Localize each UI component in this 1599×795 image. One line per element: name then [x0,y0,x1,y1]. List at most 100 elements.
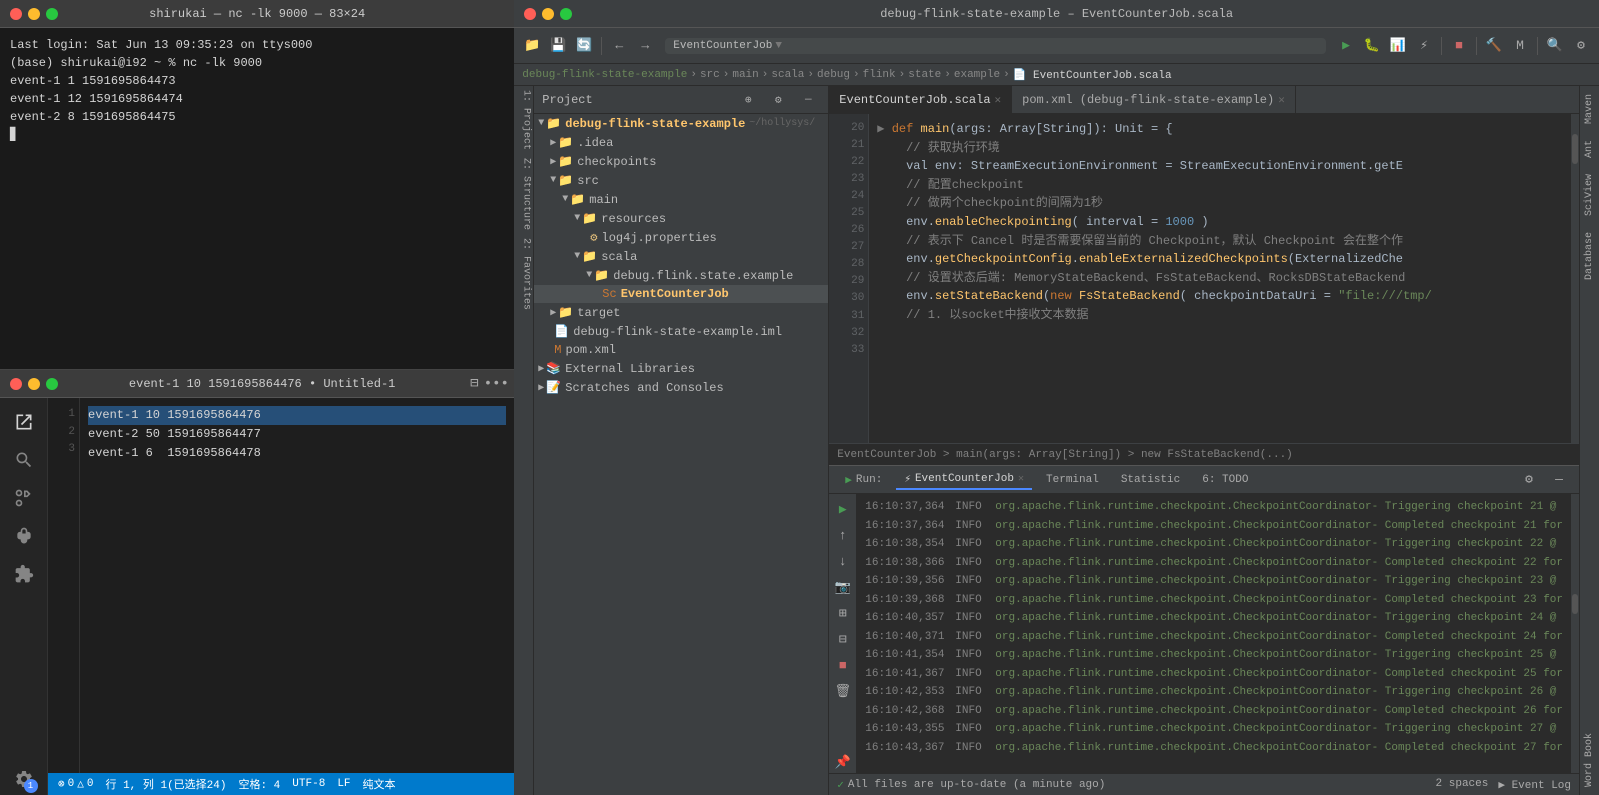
run-tab-statistic[interactable]: Statistic [1113,472,1188,488]
debug-btn[interactable]: 🐛 [1360,34,1384,58]
tree-item-pom[interactable]: M pom.xml [534,341,828,359]
profile-btn[interactable]: ⚡ [1412,34,1436,58]
tab-close-eventcounterjob[interactable]: ✕ [995,93,1002,107]
ij-code-text[interactable]: ▶ def main(args: Array[String]): Unit = … [869,114,1571,443]
split-editor-btn[interactable]: ⊟ [466,376,482,392]
wordbook-label[interactable]: Word Book [1580,725,1599,795]
editor-minimize-btn[interactable] [28,378,40,390]
search-everywhere-btn[interactable]: 🔍 [1543,34,1567,58]
cursor-position[interactable]: 行 1, 列 1(已选择24) [105,776,226,792]
terminal-maximize-btn[interactable] [46,8,58,20]
run-filter2-btn[interactable]: ⊟ [832,628,854,650]
terminal-body[interactable]: Last login: Sat Jun 13 09:35:23 on ttys0… [0,28,514,369]
run-camera-btn[interactable]: 📷 [832,576,854,598]
run-log-scrollbar-thumb[interactable] [1572,594,1578,614]
tree-item-extlibs[interactable]: ▶ 📚 External Libraries [534,359,828,378]
run-stop-btn[interactable]: ■ [832,654,854,676]
run-btn[interactable]: ▶ [1334,34,1358,58]
maven-label[interactable]: Maven [1580,86,1599,132]
tree-item-checkpoints[interactable]: ▶ 📁 checkpoints [534,152,828,171]
run-tab-run[interactable]: ▶ Run: [837,471,890,489]
tab-eventcounterjob[interactable]: EventCounterJob.scala ✕ [829,86,1012,113]
forward-btn[interactable]: → [633,34,657,58]
run-tab-job-close[interactable]: ✕ [1018,473,1024,485]
terminal-minimize-btn[interactable] [28,8,40,20]
tree-item-package[interactable]: ▼ 📁 debug.flink.state.example [534,266,828,285]
open-file-btn[interactable]: 📁 [520,34,544,58]
run-trash-btn[interactable]: 🗑 [832,680,854,702]
search-icon[interactable] [8,444,40,476]
sciview-label[interactable]: SciView [1580,166,1599,224]
filetree-close-btn[interactable]: — [796,88,820,112]
eol-style[interactable]: LF [337,778,350,790]
breadcrumb-example[interactable]: example [954,69,1000,81]
breadcrumb-state[interactable]: state [908,69,941,81]
settings-icon[interactable]: 1 [8,763,40,795]
indent-size[interactable]: 空格: 4 [238,776,280,792]
language-mode[interactable]: 纯文本 [363,776,396,792]
debug-icon[interactable] [8,520,40,552]
ij-minimize-btn[interactable] [542,8,554,20]
build-btn[interactable]: 🔨 [1482,34,1506,58]
explorer-icon[interactable] [8,406,40,438]
run-down-btn[interactable]: ↓ [832,550,854,572]
source-control-icon[interactable] [8,482,40,514]
settings-btn[interactable]: ⚙ [1569,34,1593,58]
back-btn[interactable]: ← [607,34,631,58]
favorites-sidebar-label[interactable]: 2: Favorites [514,234,533,314]
run-with-coverage-btn[interactable]: 📊 [1386,34,1410,58]
tree-item-src[interactable]: ▼ 📁 src [534,171,828,190]
more-options-btn[interactable]: ••• [488,376,504,392]
ij-close-btn[interactable] [524,8,536,20]
tree-item-resources[interactable]: ▼ 📁 resources [534,209,828,228]
filetree-settings-btn[interactable]: ⚙ [766,88,790,112]
tree-item-idea[interactable]: ▶ 📁 .idea [534,133,828,152]
tree-item-log4j[interactable]: ⚙ log4j.properties [534,228,828,247]
tab-pom[interactable]: pom.xml (debug-flink-state-example) ✕ [1012,86,1296,113]
navigation-breadcrumb[interactable]: EventCounterJob ▼ [665,38,1326,54]
ij-maximize-btn[interactable] [560,8,572,20]
tree-item-root[interactable]: ▼ 📁 debug-flink-state-example ~/hollysys… [534,114,828,133]
event-log-btn[interactable]: ▶ Event Log [1498,778,1571,792]
encoding[interactable]: UTF-8 [292,778,325,790]
tree-item-main[interactable]: ▼ 📁 main [534,190,828,209]
run-up-btn[interactable]: ↑ [832,524,854,546]
run-tab-todo[interactable]: 6: TODO [1194,472,1256,488]
tree-item-iml[interactable]: 📄 debug-flink-state-example.iml [534,322,828,341]
terminal-close-btn[interactable] [10,8,22,20]
breadcrumb-file[interactable]: 📄 EventCounterJob.scala [1013,68,1172,82]
structure-sidebar-label[interactable]: Z: Structure [514,154,533,234]
breadcrumb-scala[interactable]: scala [771,69,804,81]
tab-close-pom[interactable]: ✕ [1278,93,1285,107]
filetree-body[interactable]: ▼ 📁 debug-flink-state-example ~/hollysys… [534,114,828,795]
breadcrumb-project[interactable]: debug-flink-state-example [522,69,687,81]
ant-label[interactable]: Ant [1580,132,1599,166]
run-settings-btn[interactable]: ⚙ [1517,468,1541,492]
extensions-icon[interactable] [8,558,40,590]
breadcrumb-debug[interactable]: debug [817,69,850,81]
run-tab-eventcounterjob[interactable]: ⚡ EventCounterJob ✕ [896,470,1032,490]
scrollbar-thumb[interactable] [1572,134,1578,164]
run-hide-btn[interactable]: — [1547,468,1571,492]
breadcrumb-flink[interactable]: flink [863,69,896,81]
stop-btn[interactable]: ■ [1447,34,1471,58]
spaces-indicator[interactable]: 2 spaces [1436,778,1489,792]
error-count[interactable]: ⊗ 0 △ 0 [58,777,93,791]
editor-close-btn[interactable] [10,378,22,390]
run-filter-btn[interactable]: ⊞ [832,602,854,624]
save-btn[interactable]: 💾 [546,34,570,58]
run-restart-btn[interactable]: ▶ [832,498,854,520]
tree-item-scratches[interactable]: ▶ 📝 Scratches and Consoles [534,378,828,397]
tree-item-eventcounterjob[interactable]: Sc EventCounterJob [534,285,828,303]
tree-item-scala[interactable]: ▼ 📁 scala [534,247,828,266]
database-label[interactable]: Database [1580,224,1599,288]
editor-text[interactable]: event-1 10 1591695864476 event-2 50 1591… [80,398,514,773]
project-sidebar-label[interactable]: 1: Project [514,86,533,154]
run-log-scrollbar[interactable] [1571,494,1579,773]
run-pin-btn[interactable]: 📌 [832,751,854,773]
tree-item-target[interactable]: ▶ 📁 target [534,303,828,322]
maven-btn[interactable]: M [1508,34,1532,58]
run-tab-terminal[interactable]: Terminal [1038,472,1107,488]
filetree-expand-btn[interactable]: ⊕ [736,88,760,112]
breadcrumb-main[interactable]: main [732,69,758,81]
